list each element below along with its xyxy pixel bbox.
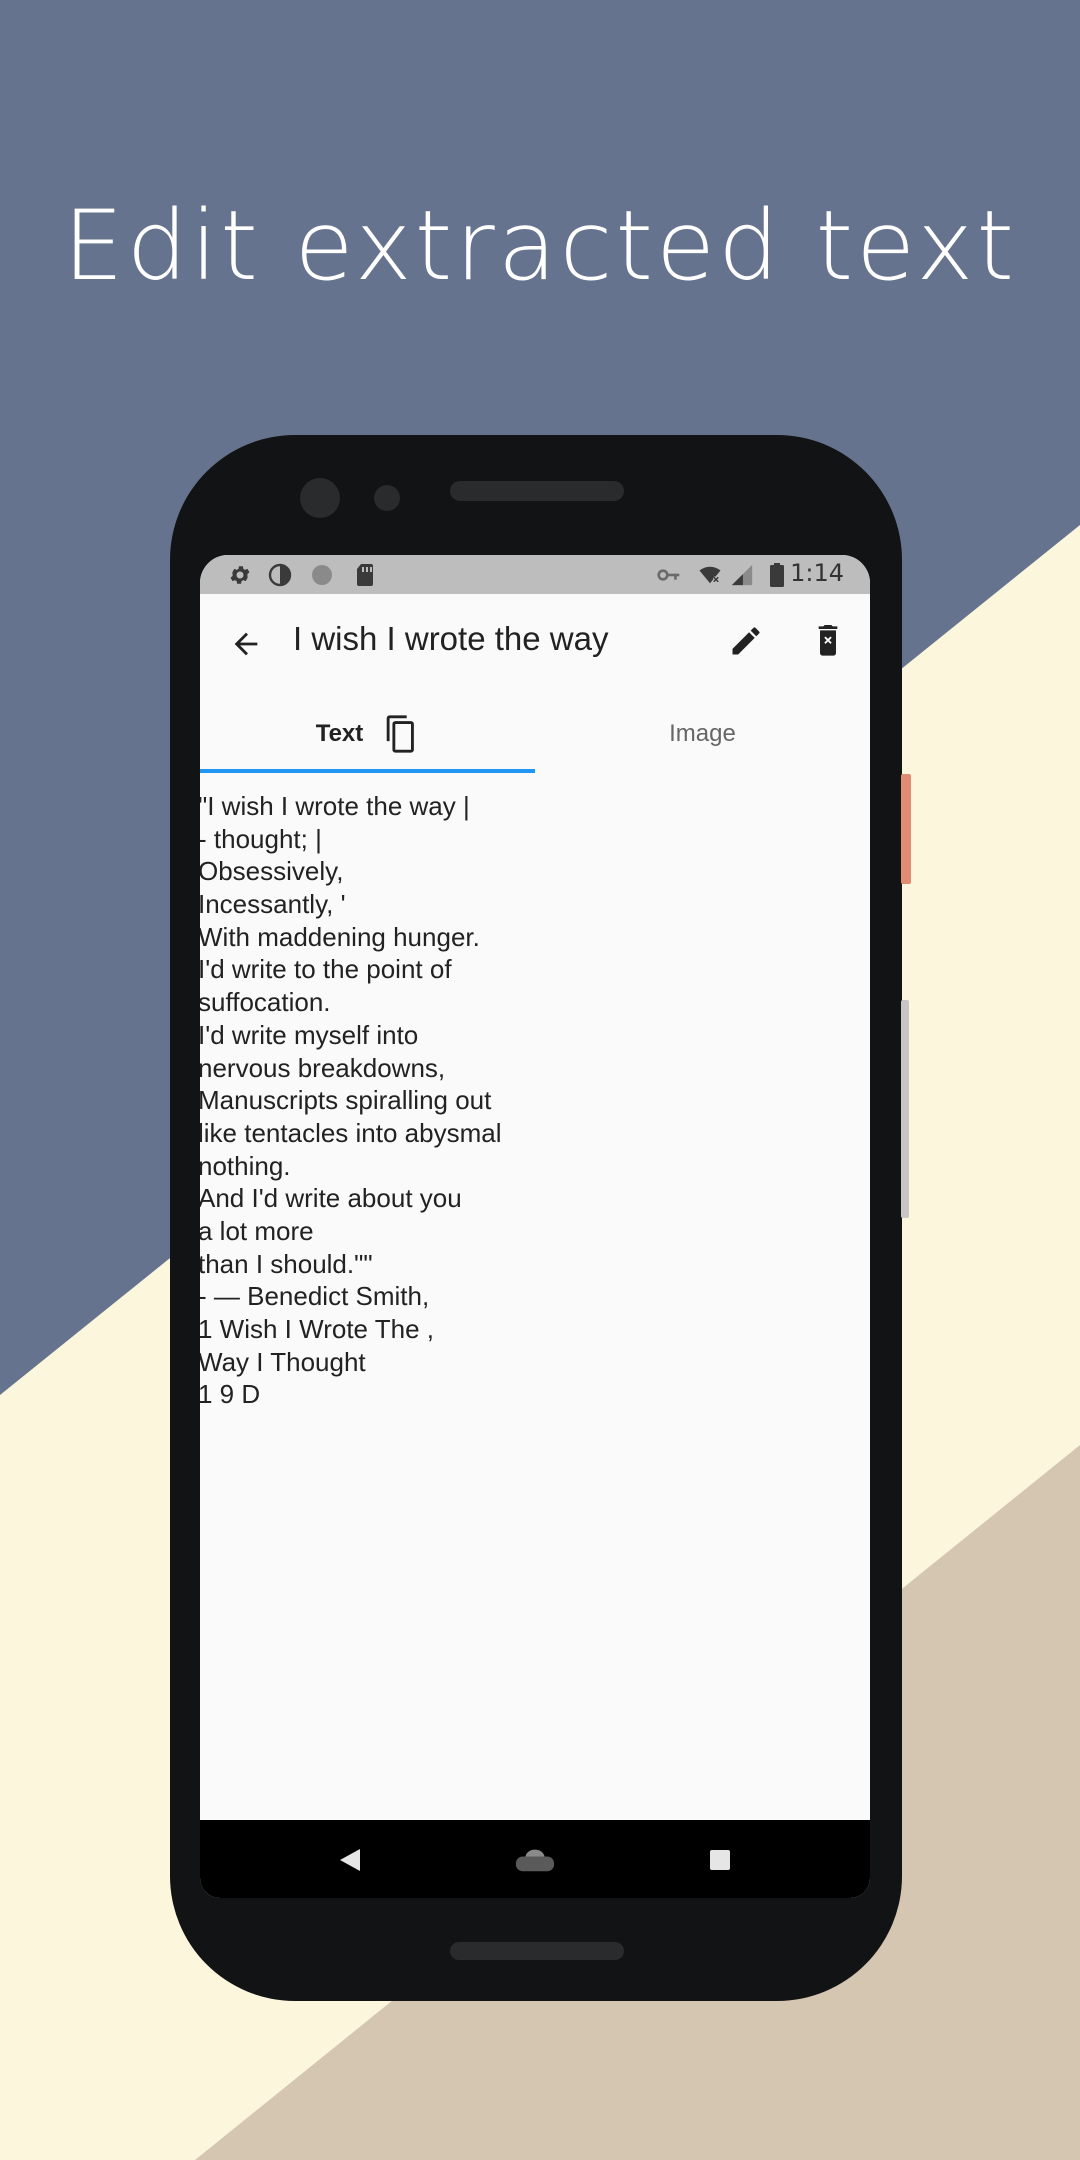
text-line: suffocation. [200,987,331,1018]
nav-back-icon[interactable] [330,1840,370,1880]
text-line: nothing. [200,1150,291,1181]
pencil-icon[interactable] [724,619,768,663]
tab-bar: Text Image [200,694,870,774]
circle-icon [310,563,334,587]
settings-icon [228,563,252,587]
front-camera [300,478,340,518]
copy-icon[interactable] [383,714,419,754]
text-line: I'd write myself into [200,1019,419,1050]
nav-home-icon[interactable] [515,1840,555,1880]
tab-indicator [200,769,535,773]
extracted-text-area[interactable]: "I wish I wrote the way | - thought; | O… [200,790,870,1411]
text-line: like tentacles into abysmal [200,1117,502,1148]
contrast-icon [268,563,292,587]
signal-icon [730,563,754,587]
vpn-key-icon [657,563,681,587]
text-line: And I'd write about you [200,1183,462,1214]
text-line: "I wish I wrote the way | [200,791,470,821]
text-line: a lot more [200,1215,314,1246]
text-line: than I should."" [200,1248,373,1279]
arrow-back-icon[interactable] [224,622,268,666]
headline: Edit extracted text [63,190,1017,302]
phone-side-button [901,774,911,884]
battery-icon [765,563,789,587]
text-line: nervous breakdowns, [200,1052,446,1083]
sd-card-icon [353,563,377,587]
text-line: Way I Thought [200,1346,366,1377]
tab-image[interactable]: Image [535,694,870,774]
text-line: I'd write to the point of [200,954,452,985]
front-sensor [374,485,400,511]
app-bar: I wish I wrote the way [200,594,870,694]
system-nav-bar [200,1820,870,1898]
bottom-speaker [450,1942,624,1960]
status-time: 1:14 [790,559,844,587]
text-line: - thought; | [200,823,322,854]
nav-recents-icon[interactable] [700,1840,740,1880]
wifi-off-icon [698,563,722,587]
text-line: With maddening hunger. [200,921,480,952]
earpiece-speaker [450,481,624,501]
page-title: I wish I wrote the way [293,620,609,657]
phone-screen: 1:14 I wish I wrote the way Text Image "… [200,555,870,1898]
tab-text[interactable]: Text [200,694,535,774]
tab-image-label: Image [669,720,736,747]
text-line: - — Benedict Smith, [200,1281,430,1312]
text-line: Incessantly, ' [200,889,346,920]
text-line: Obsessively, [200,856,344,887]
phone-volume-button [901,1000,909,1218]
delete-icon[interactable] [806,619,850,663]
status-bar: 1:14 [200,555,870,594]
text-line: 1 9 D [200,1379,261,1410]
text-line: Manuscripts spiralling out [200,1085,492,1116]
tab-text-label: Text [315,720,364,747]
text-line: 1 Wish I Wrote The , [200,1314,435,1344]
